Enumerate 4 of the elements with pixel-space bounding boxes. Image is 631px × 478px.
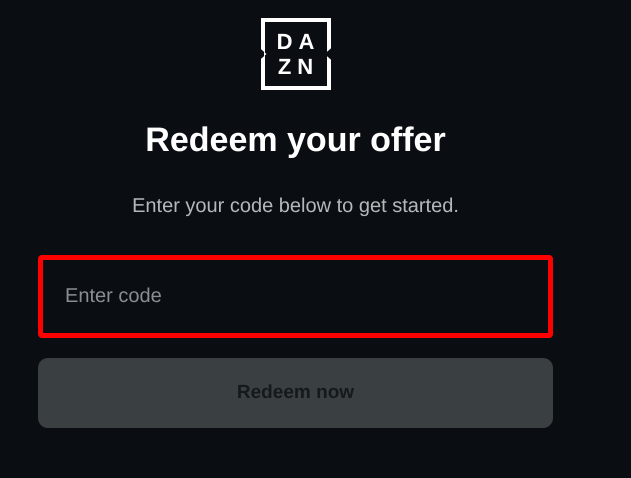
page-title: Redeem your offer (144, 120, 447, 161)
subtitle: Enter your code below to get started. (131, 194, 460, 219)
logo: DA ZN (260, 18, 330, 90)
code-input-field[interactable]: Enter code (38, 254, 553, 338)
